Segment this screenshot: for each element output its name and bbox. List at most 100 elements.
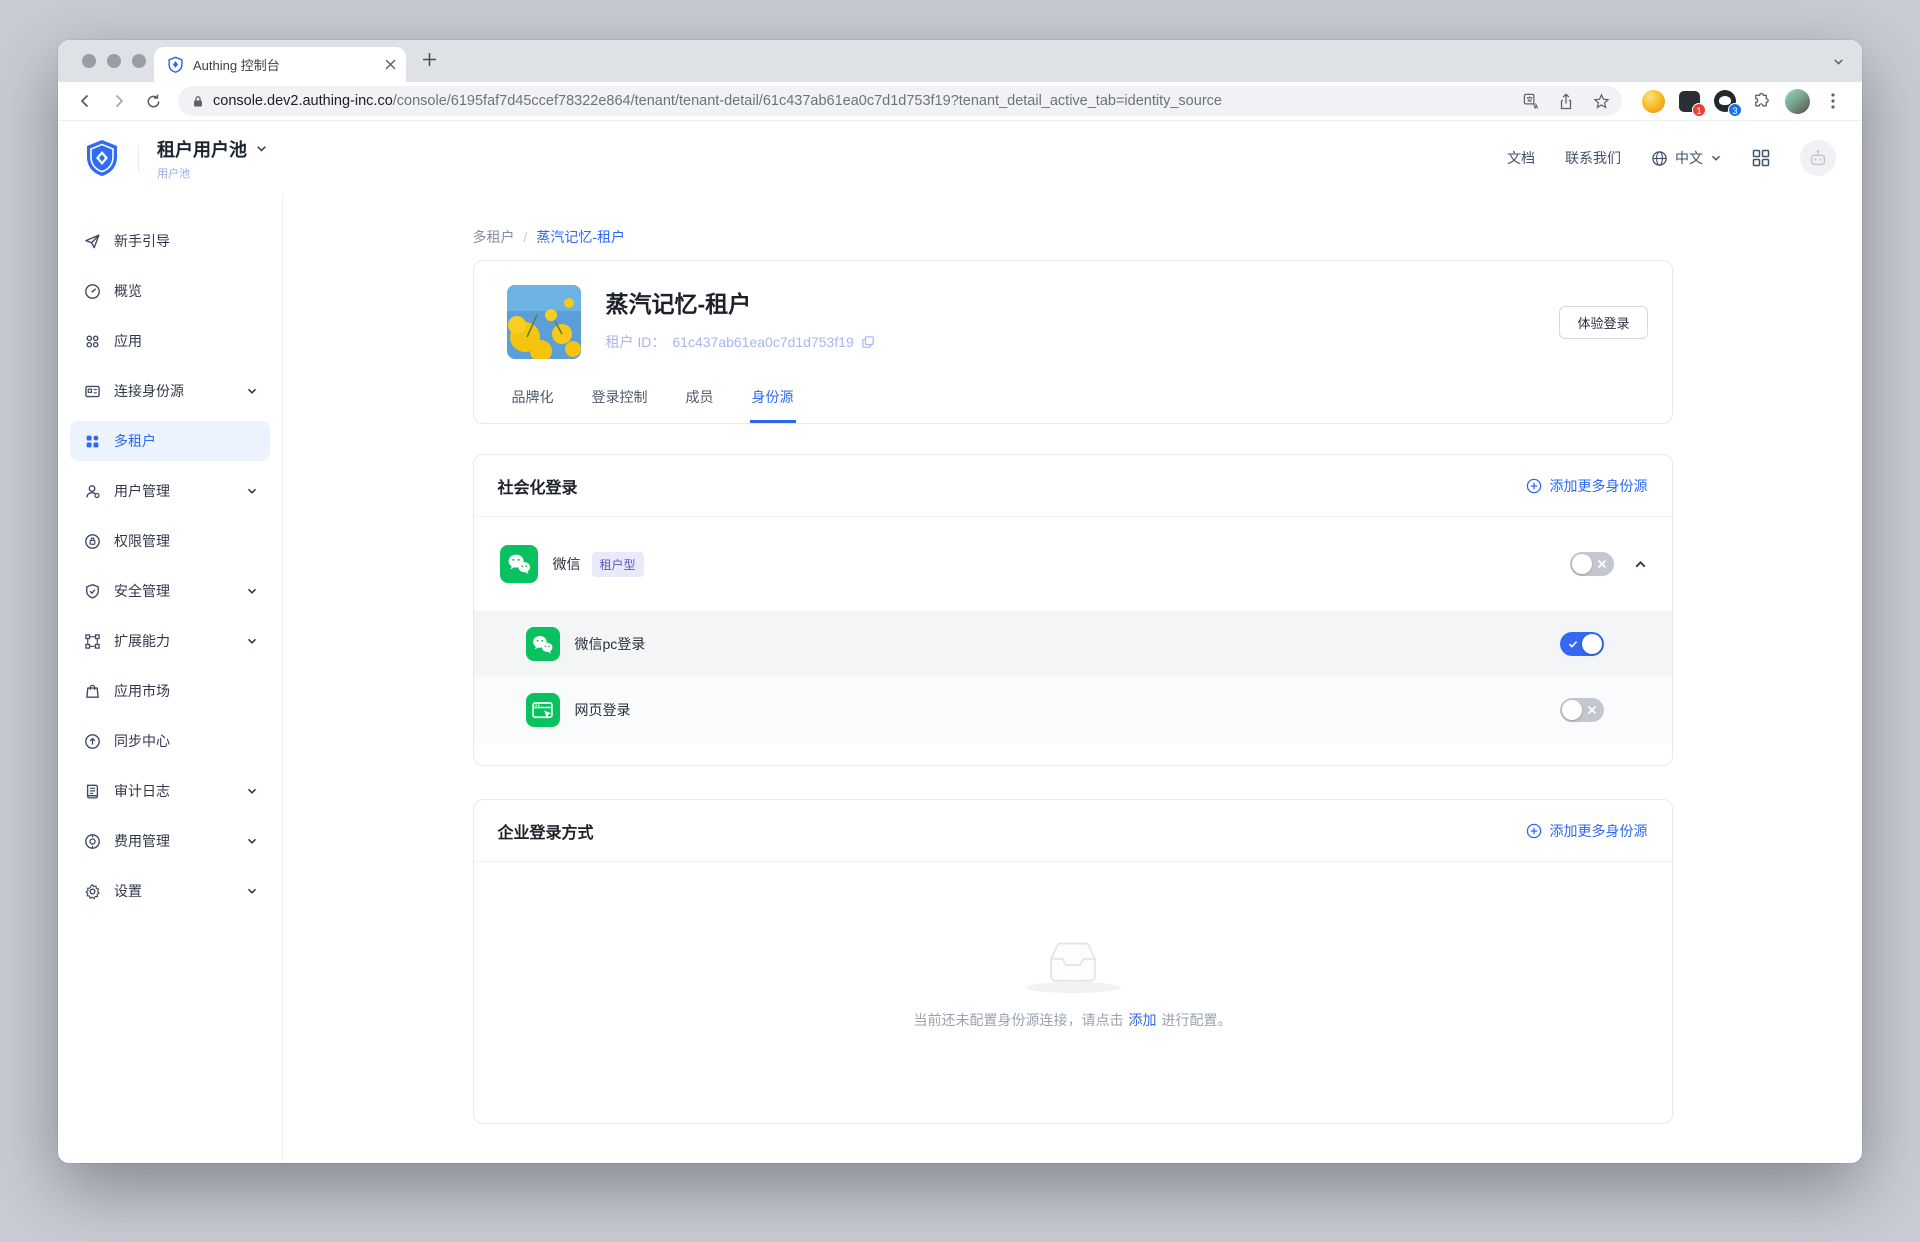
sidebar-item-label: 设置: [114, 881, 142, 901]
workspace-switcher[interactable]: 租户用户池 用户池: [157, 136, 268, 181]
tenant-id-value: 61c437ab61ea0c7d1d753f19: [672, 334, 853, 350]
sidebar-item-billing[interactable]: 费用管理: [70, 821, 270, 861]
sidebar-item-security[interactable]: 安全管理: [70, 571, 270, 611]
browser-menu-icon[interactable]: [1820, 88, 1846, 114]
social-login-card: 社会化登录 添加更多身份源 微信 租户型: [473, 454, 1673, 766]
web-login-icon: [526, 693, 560, 727]
address-bar[interactable]: console.dev2.authing-inc.co/console/6195…: [178, 86, 1622, 116]
tab-branding[interactable]: 品牌化: [510, 387, 556, 423]
sidebar-item-guide[interactable]: 新手引导: [70, 221, 270, 261]
provider-badge: 租户型: [592, 552, 644, 577]
browser-tab[interactable]: Authing 控制台: [154, 47, 406, 82]
sidebar-item-overview[interactable]: 概览: [70, 271, 270, 311]
breadcrumb-parent[interactable]: 多租户: [473, 227, 515, 247]
sidebar-item-settings[interactable]: 设置: [70, 871, 270, 911]
tab-members[interactable]: 成员: [684, 387, 716, 423]
sidebar-item-sync-center[interactable]: 同步中心: [70, 721, 270, 761]
chevron-down-icon: [246, 835, 258, 847]
toggle-x-mark: [1587, 705, 1597, 715]
tenant-card: 蒸汽记忆-租户 租户 ID： 61c437ab61ea0c7d1d753f19 …: [473, 260, 1673, 424]
window-close-button[interactable]: [82, 54, 96, 68]
window-zoom-button[interactable]: [132, 54, 146, 68]
apps-grid-icon[interactable]: [1752, 149, 1770, 167]
docs-link[interactable]: 文档: [1507, 148, 1535, 168]
paper-plane-icon: [84, 233, 101, 250]
chevron-down-icon: [246, 785, 258, 797]
url-domain: console.dev2.authing-inc.co: [213, 93, 393, 109]
app-header: 租户用户池 用户池 文档 联系我们 中文: [58, 121, 1862, 195]
new-tab-button[interactable]: [422, 52, 437, 67]
tenant-id-label: 租户 ID：: [606, 332, 666, 352]
toggle-x-mark: [1597, 559, 1607, 569]
extension-badge: 3: [1728, 103, 1742, 117]
language-label: 中文: [1675, 148, 1703, 168]
sidebar-item-permission[interactable]: 权限管理: [70, 521, 270, 561]
copy-icon[interactable]: [861, 335, 875, 349]
connection-row-web-login: 网页登录: [474, 677, 1672, 743]
sidebar-item-label: 安全管理: [114, 581, 170, 601]
url-text[interactable]: console.dev2.authing-inc.co/console/6195…: [213, 93, 1509, 109]
wechat-toggle[interactable]: [1570, 552, 1614, 576]
tab-close-icon[interactable]: [385, 59, 396, 70]
sidebar-item-label: 权限管理: [114, 531, 170, 551]
forward-button[interactable]: [104, 86, 134, 116]
sidebar-item-extensions[interactable]: 扩展能力: [70, 621, 270, 661]
add-link-label: 添加更多身份源: [1550, 821, 1648, 841]
shopping-bag-icon: [84, 683, 101, 700]
provider-name: 微信: [553, 554, 581, 574]
toggle-check-mark: [1568, 639, 1578, 649]
sidebar-item-identity-sources[interactable]: 连接身份源: [70, 371, 270, 411]
web-login-toggle[interactable]: [1560, 698, 1604, 722]
tab-login-control[interactable]: 登录控制: [590, 387, 650, 423]
apps-dots-icon: [84, 333, 101, 350]
sidebar-item-multi-tenant[interactable]: 多租户: [70, 421, 270, 461]
toggle-knob: [1572, 554, 1592, 574]
sidebar-item-label: 新手引导: [114, 231, 170, 251]
add-identity-source-link[interactable]: 添加更多身份源: [1526, 476, 1648, 496]
language-selector[interactable]: 中文: [1651, 148, 1722, 168]
window-minimize-button[interactable]: [107, 54, 121, 68]
sidebar-item-label: 费用管理: [114, 831, 170, 851]
sidebar-item-apps[interactable]: 应用: [70, 321, 270, 361]
bookmark-star-icon[interactable]: [1588, 88, 1614, 114]
extensions-puzzle-icon[interactable]: [1748, 88, 1774, 114]
collapse-chevron-up-icon[interactable]: [1633, 557, 1648, 572]
empty-add-link[interactable]: 添加: [1129, 1012, 1157, 1028]
extension-cat-icon[interactable]: 3: [1712, 88, 1738, 114]
back-button[interactable]: [70, 86, 100, 116]
sidebar-item-label: 概览: [114, 281, 142, 301]
wechat-pc-toggle[interactable]: [1560, 632, 1604, 656]
try-login-button[interactable]: 体验登录: [1559, 306, 1647, 339]
user-icon: [84, 483, 101, 500]
chevron-down-icon: [246, 885, 258, 897]
browser-profile-avatar[interactable]: [1784, 88, 1810, 114]
permission-icon: [84, 533, 101, 550]
reload-button[interactable]: [138, 86, 168, 116]
sidebar-item-audit-log[interactable]: 审计日志: [70, 771, 270, 811]
user-avatar[interactable]: [1800, 140, 1836, 176]
url-path: /console/6195faf7d45ccef78322e864/tenant…: [393, 93, 1222, 109]
tab-identity-source[interactable]: 身份源: [750, 387, 796, 423]
sidebar-item-app-market[interactable]: 应用市场: [70, 671, 270, 711]
multi-tenant-icon: [84, 433, 101, 450]
extension-color-icon[interactable]: [1640, 88, 1666, 114]
extension-corners-icon: [84, 633, 101, 650]
tab-search-chevron-icon[interactable]: [1832, 55, 1845, 68]
audit-log-icon: [84, 783, 101, 800]
sidebar-item-label: 审计日志: [114, 781, 170, 801]
breadcrumb: 多租户 / 蒸汽记忆-租户: [473, 195, 1673, 247]
tab-strip: Authing 控制台: [58, 40, 1862, 82]
traffic-lights: [82, 54, 146, 68]
translate-icon[interactable]: [1518, 88, 1544, 114]
workspace-title: 租户用户池: [157, 136, 247, 162]
add-identity-source-link[interactable]: 添加更多身份源: [1526, 821, 1648, 841]
share-icon[interactable]: [1553, 88, 1579, 114]
sidebar-item-label: 同步中心: [114, 731, 170, 751]
sidebar-item-user-management[interactable]: 用户管理: [70, 471, 270, 511]
browser-window: Authing 控制台 console.dev2.authing-inc.co/…: [58, 40, 1862, 1163]
wechat-icon: [500, 545, 538, 583]
extension-dark-icon[interactable]: 1: [1676, 88, 1702, 114]
main-area: 多租户 / 蒸汽记忆-租户 蒸汽记忆-租户 租户 ID：: [283, 195, 1862, 1163]
contact-link[interactable]: 联系我们: [1565, 148, 1621, 168]
empty-inbox-icon: [1045, 940, 1101, 986]
